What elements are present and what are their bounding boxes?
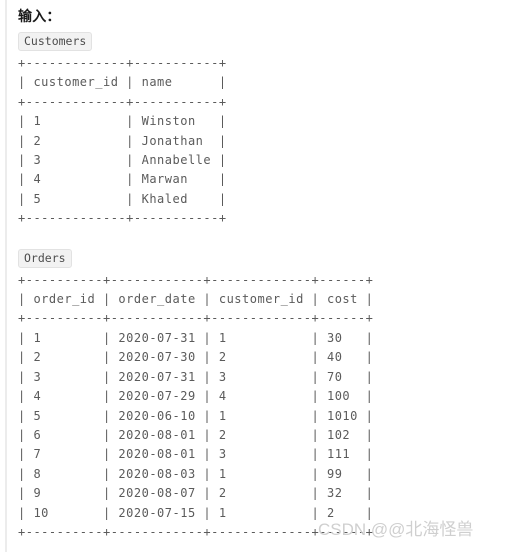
page-title: 输入： bbox=[18, 10, 61, 25]
table-name-badge-customers: Customers bbox=[18, 32, 93, 51]
document-content: 输入： Customers +-------------+-----------… bbox=[18, 8, 516, 552]
ascii-table-customers: +-------------+-----------+ | customer_i… bbox=[18, 56, 227, 226]
blockquote-left-rule bbox=[5, 0, 7, 552]
table-block-orders: Orders +----------+------------+--------… bbox=[18, 247, 516, 543]
ascii-table-orders: +----------+------------+-------------+-… bbox=[18, 272, 374, 539]
document-root: 输入： Customers +-------------+-----------… bbox=[0, 0, 516, 552]
table-block-customers: Customers +-------------+-----------+ | … bbox=[18, 30, 516, 229]
table-name-badge-orders: Orders bbox=[18, 248, 72, 268]
